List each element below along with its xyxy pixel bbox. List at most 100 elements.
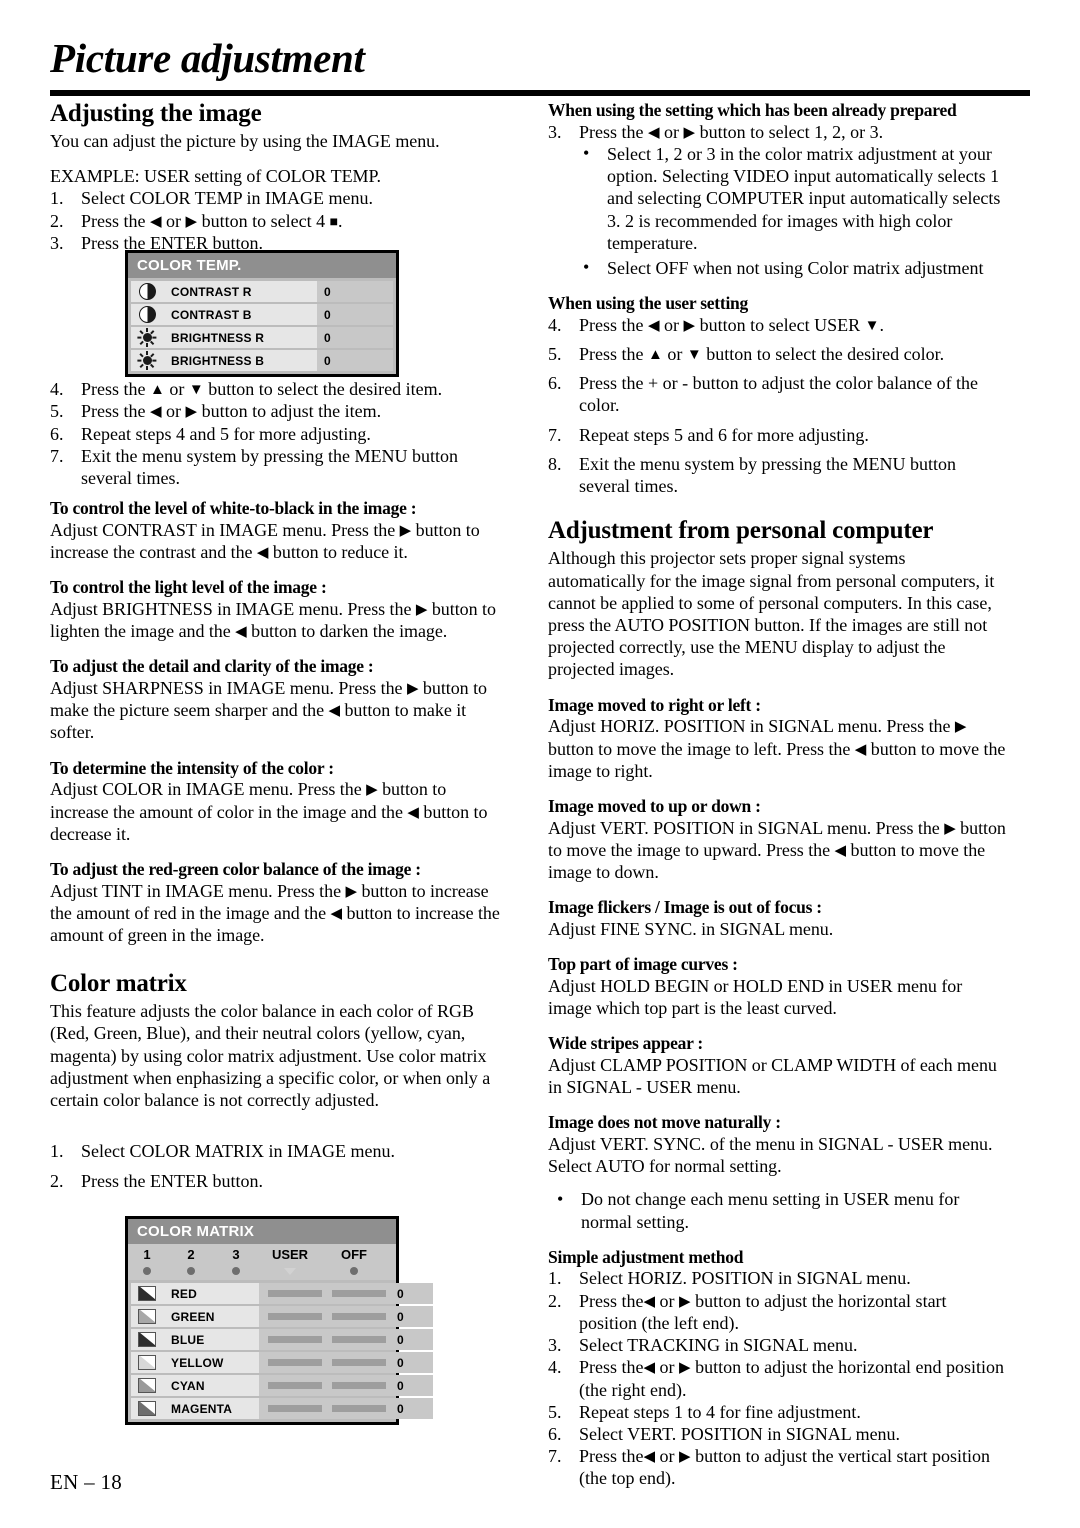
step-text-post: button to select 4 [197,210,330,231]
pc-tip-heading-horizontal: Image moved to right or left : [548,694,761,715]
mode-label-1[interactable]: 1 [128,1247,166,1262]
osd-row-contrast-r[interactable]: CONTRAST R 0 [131,281,393,302]
tip-text-1: Adjust SHARPNESS in IMAGE menu. Press th… [50,677,407,698]
list-item: 2. Press the ENTER button. [50,1170,508,1192]
step-text-mid: or [655,1446,680,1467]
tip-text-1: Adjust COLOR in IMAGE menu. Press the [50,779,367,800]
step-text-pre: Press the [81,401,150,422]
right-arrow-icon: ▶ [366,782,378,799]
left-arrow-icon: ◀ [150,213,162,230]
step-text-tail: . [879,314,884,335]
tip-body-contrast: Adjust CONTRAST in IMAGE menu. Press the… [50,519,508,563]
list-item: 6. Select VERT. POSITION in SIGNAL menu. [548,1423,1006,1445]
list-item: 5. Press the ▲ or ▼ button to select the … [548,343,1006,365]
osd-row-magenta[interactable]: MAGENTA 0 [131,1398,433,1419]
step-number: 7. [548,424,562,445]
step-text: Repeat steps 4 and 5 for more adjusting. [81,423,371,444]
osd-row-green[interactable]: GREEN 0 [131,1306,433,1327]
osd-row-yellow[interactable]: YELLOW 0 [131,1352,433,1373]
list-item: 5. Repeat steps 1 to 4 for fine adjustmen… [548,1401,1006,1423]
step-number: 2. [548,1290,562,1311]
bullet-icon: • [557,1188,564,1209]
pc-body: Although this projector sets proper sign… [548,548,995,680]
pc-tip-body-horizontal: Adjust HORIZ. POSITION in SIGNAL menu. P… [548,715,1006,782]
bullet-icon: • [583,143,590,164]
tip-heading-tint: To adjust the red-green color balance of… [50,858,421,879]
pc-tip-body-stripes: Adjust CLAMP POSITION or CLAMP WIDTH of … [548,1054,997,1098]
pc-tip-heading-flicker: Image flickers / Image is out of focus : [548,897,822,918]
list-item: 2. Press the◀ or ▶ button to adjust the h… [548,1290,1006,1334]
down-arrow-icon: ▼ [686,347,702,364]
manual-page: Picture adjustment Adjusting the image Y… [0,0,1080,1528]
osd-row-brightness-r[interactable]: BRIGHTNESS R 0 [131,327,393,348]
osd-row-label: RED [163,1283,259,1304]
list-item: • Select 1, 2 or 3 in the color matrix ad… [581,143,1006,254]
step-text-mid: or [662,344,687,365]
osd-row-slider[interactable] [259,1352,386,1373]
osd-row-blue[interactable]: BLUE 0 [131,1329,433,1350]
list-item: 6. Press the + or - button to adjust the … [548,372,1006,416]
pc-tip-heading-unnatural: Image does not move naturally : [548,1112,781,1133]
step-number: 2. [50,1170,64,1191]
right-arrow-icon: ▶ [415,601,428,618]
step-text-mid: or [655,1290,680,1311]
osd-mode-selector: 1 2 3 USER OFF [128,1244,396,1280]
step-number: 4. [50,379,64,400]
list-item: 2. Press the ◀ or ▶ button to select 4 ■. [50,210,508,232]
osd-row-contrast-b[interactable]: CONTRAST B 0 [131,304,393,325]
mode-label-user[interactable]: USER [256,1247,324,1262]
mode-label-off[interactable]: OFF [324,1247,384,1262]
tip-text-1: Adjust CONTRAST in IMAGE menu. Press the [50,519,400,540]
heading-adjusting-the-image: Adjusting the image [50,100,262,127]
step-number: 3. [548,121,562,142]
step-text: Repeat steps 1 to 4 for fine adjustment. [579,1401,861,1422]
bullet-text: Select 1, 2 or 3 in the color matrix adj… [607,143,1001,253]
mode-label-3[interactable]: 3 [216,1247,256,1262]
osd-row-label: BRIGHTNESS R [163,327,317,348]
mode-marker-dot-3 [216,1263,256,1278]
step-text: Press the ENTER button. [81,1170,263,1191]
list-item: 1. Select HORIZ. POSITION in SIGNAL menu. [548,1267,1006,1289]
osd-row-value: 0 [386,1352,433,1373]
step-text-pre: Press the [81,210,150,231]
step-text: Select COLOR TEMP in IMAGE menu. [81,188,373,209]
osd-row-red[interactable]: RED 0 [131,1283,433,1304]
down-arrow-icon: ▼ [188,382,204,399]
tip-body-color: Adjust COLOR in IMAGE menu. Press the ▶ … [50,778,508,845]
step-number: 3. [548,1335,562,1356]
tip-text-3: button to darken the image. [246,621,448,642]
step-number: 3. [50,232,64,253]
step-text-post: button to select 1, 2, or 3. [695,121,884,142]
osd-title: COLOR MATRIX [128,1219,396,1244]
osd-color-matrix-menu: COLOR MATRIX 1 2 3 USER OFF RED 0 GREEN … [125,1216,433,1425]
steps-1-3: 1. Select COLOR TEMP in IMAGE menu. 2. Pre… [50,187,508,254]
prepared-steps: 3. Press the ◀ or ▶ button to select 1, 2… [548,121,1006,143]
right-arrow-icon: ▶ [954,719,967,736]
osd-row-slider[interactable] [259,1306,386,1327]
osd-row-slider[interactable] [259,1398,386,1419]
osd-row-slider[interactable] [259,1283,386,1304]
osd-row-cyan[interactable]: CYAN 0 [131,1375,433,1396]
step-text-mid: or [161,401,186,422]
step-number: 5. [50,401,64,422]
step-text: Exit the menu system by pressing the MEN… [579,453,956,497]
mode-label-2[interactable]: 2 [166,1247,216,1262]
osd-row-label: YELLOW [163,1352,259,1373]
tip-text-1: Adjust BRIGHTNESS in IMAGE menu. Press t… [50,598,416,619]
osd-row-slider[interactable] [259,1329,386,1350]
step-text: Press the + or - button to adjust the co… [579,373,979,416]
step-number: 6. [548,1423,562,1444]
osd-row-value: 0 [317,304,393,325]
color-matrix-body: This feature adjusts the color balance i… [50,1001,491,1111]
pc-tip-body-vertical: Adjust VERT. POSITION in SIGNAL menu. Pr… [548,817,1006,884]
right-arrow-icon: ▶ [679,1360,691,1377]
right-arrow-icon: ▶ [406,680,419,697]
osd-row-brightness-b[interactable]: BRIGHTNESS B 0 [131,350,393,371]
tip-heading-sharpness: To adjust the detail and clarity of the … [50,656,374,677]
page-footer: EN – 18 [50,1470,123,1494]
osd-row-slider[interactable] [259,1375,386,1396]
step-text-pre: Press the [579,314,648,335]
step-number: 1. [50,1141,64,1162]
osd-title: COLOR TEMP. [128,253,396,278]
pc-tip-body-unnatural: Adjust VERT. SYNC. of the menu in SIGNAL… [548,1133,993,1177]
